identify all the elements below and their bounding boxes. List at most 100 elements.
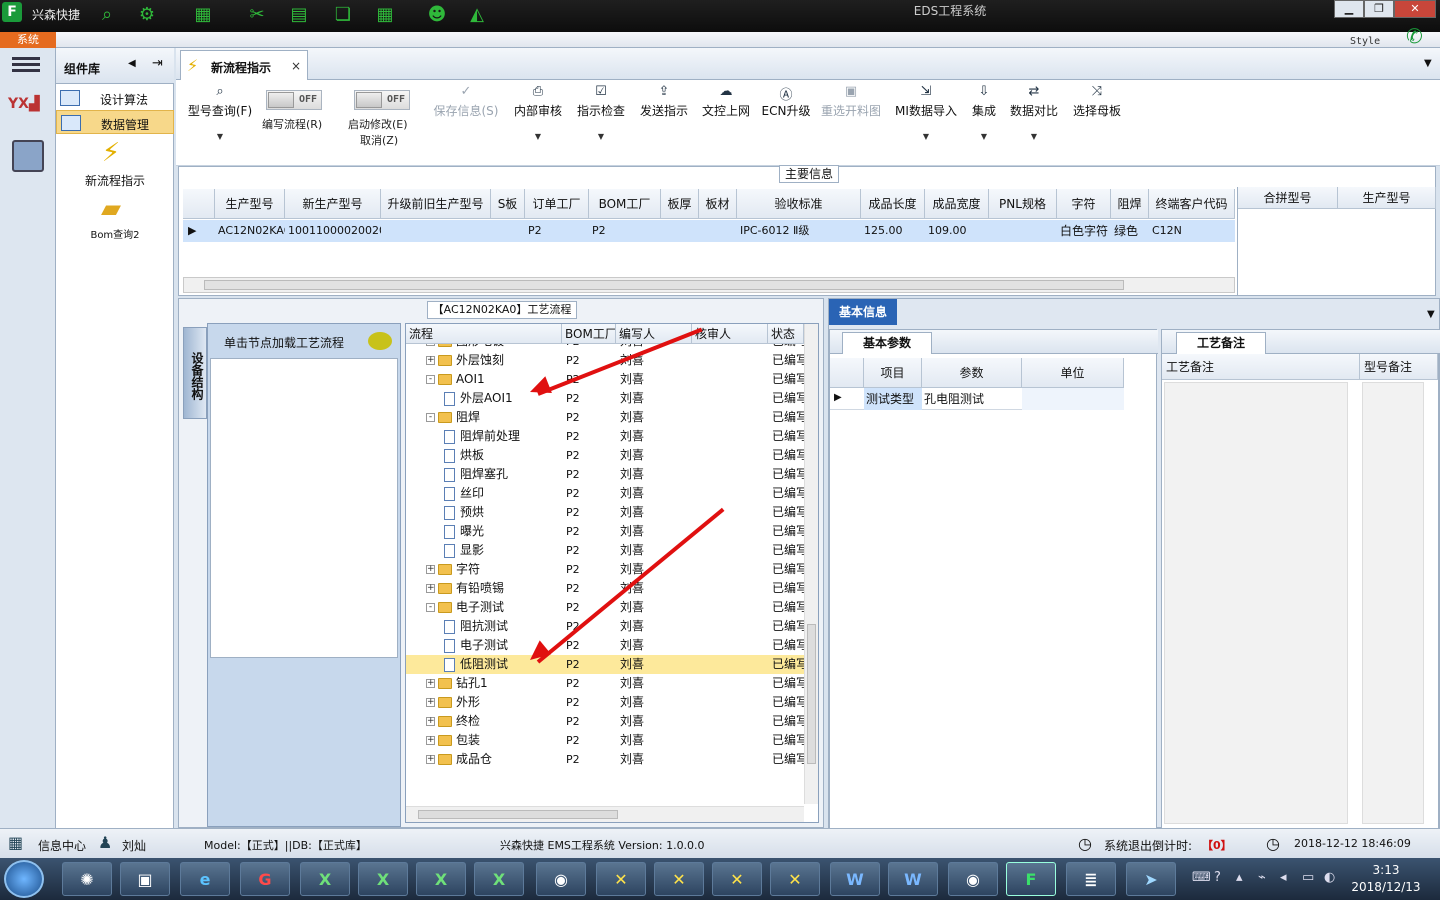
eye-app-icon[interactable]: ◉ — [536, 862, 586, 896]
col-header[interactable]: 字符 — [1057, 189, 1111, 219]
ie-browser-icon[interactable]: e — [180, 862, 230, 896]
tree-node-step[interactable]: 曝光 P2 刘喜 已编写 — [406, 522, 804, 541]
calculator-icon[interactable] — [12, 140, 44, 172]
table-cell[interactable]: P2 — [525, 220, 589, 242]
tree-node-step[interactable]: 丝印 P2 刘喜 已编写 — [406, 484, 804, 503]
close-button[interactable]: ✕ — [1394, 0, 1436, 18]
col-header[interactable]: 项目 — [864, 358, 922, 388]
tree-node-step[interactable]: 外层AOI1 P2 刘喜 已编写 — [406, 389, 804, 408]
lib-item-design-algorithm[interactable]: 设计算法 — [56, 86, 174, 110]
tray-expand-icon[interactable]: ▴ — [1236, 870, 1243, 885]
tree-node-folder[interactable]: +图形电镀P2刘喜已编写 — [406, 344, 804, 351]
col-header[interactable]: 合拼型号 — [1238, 187, 1338, 209]
collapse-icon[interactable]: - — [426, 413, 435, 422]
integrate-button[interactable]: ⇩ 集成 ▼ — [966, 80, 1002, 160]
system-clock[interactable]: 3:13 2018/12/13 — [1346, 862, 1426, 896]
upload-doc-button[interactable]: ☁ 文控上网 — [698, 80, 754, 160]
info-center-link[interactable]: 信息中心 — [38, 837, 86, 854]
notepad-icon[interactable]: ≣ — [1066, 862, 1116, 896]
tree-node-folder[interactable]: -AOI1P2刘喜已编写 — [406, 370, 804, 389]
word-icon[interactable]: W — [830, 862, 880, 896]
tab-basic-params[interactable]: 基本参数 — [842, 332, 932, 354]
eds-app-icon[interactable]: F — [1006, 862, 1056, 896]
excel-icon[interactable]: X — [416, 862, 466, 896]
col-header[interactable]: S板 — [491, 189, 525, 219]
model-remarks-textarea[interactable] — [1362, 382, 1424, 824]
process-tree[interactable]: 流程 BOM工厂 编写人 核审人 状态 +图形电镀P2刘喜已编写+外层蚀刻P2刘… — [405, 323, 819, 823]
tree-node-step[interactable]: 阻焊前处理 P2 刘喜 已编写 — [406, 427, 804, 446]
x-window-icon[interactable]: ✕ — [712, 862, 762, 896]
send-instruction-button[interactable]: ⇪ 发送指示 — [634, 80, 694, 160]
col-header[interactable]: 成品宽度 — [925, 189, 989, 219]
col-header[interactable]: BOM工厂 — [589, 189, 661, 219]
system-tab[interactable]: 系统 — [0, 32, 56, 48]
chart-icon[interactable]: ◭ — [464, 2, 490, 26]
tree-node-step[interactable]: 阻焊塞孔 P2 刘喜 已编写 — [406, 465, 804, 484]
expand-icon[interactable]: + — [426, 698, 435, 707]
pin-icon[interactable]: ⇥ — [152, 56, 163, 71]
model-query-button[interactable]: ⌕ 型号查询(F) ▼ — [182, 80, 258, 160]
expand-icon[interactable]: + — [426, 356, 435, 365]
table-cell[interactable] — [381, 220, 491, 242]
tree-node-folder[interactable]: + 钻孔1 P2 刘喜 已编写 — [406, 674, 804, 693]
process-remarks-textarea[interactable] — [1164, 382, 1348, 824]
table-row[interactable]: ▶ 测试类型 孔电阻测试 — [830, 388, 1124, 410]
film-icon[interactable]: ▤ — [286, 2, 312, 26]
tab-process-remarks[interactable]: 工艺备注 — [1176, 332, 1266, 354]
col-header[interactable]: 终端客户代码 — [1149, 189, 1235, 219]
chevron-down-icon[interactable]: ▼ — [1427, 309, 1435, 320]
table-cell[interactable]: IPC-6012 Ⅱ级 — [737, 220, 861, 242]
col-header[interactable]: 阻焊 — [1111, 189, 1149, 219]
collapse-icon[interactable]: - — [426, 375, 435, 384]
table-cell[interactable] — [699, 220, 737, 242]
shell-app-icon[interactable]: ✺ — [62, 862, 112, 896]
g-app-icon[interactable]: G — [240, 862, 290, 896]
word-icon[interactable]: W — [888, 862, 938, 896]
new-flow-instruction-item[interactable]: 新流程指示 — [56, 172, 174, 189]
tree-node-folder[interactable]: + 成品仓 P2 刘喜 已编写 — [406, 750, 804, 769]
start-modify-toggle[interactable]: OFF — [354, 90, 410, 110]
phone-icon[interactable]: ✆ — [1406, 24, 1423, 48]
table-cell[interactable]: P2 — [589, 220, 661, 242]
select-motherboard-button[interactable]: ⤨ 选择母板 — [1068, 80, 1126, 160]
tree-node-step[interactable]: 烘板 P2 刘喜 已编写 — [406, 446, 804, 465]
col-header[interactable]: 编写人 — [616, 324, 692, 344]
col-header[interactable]: 新生产型号 — [285, 189, 381, 219]
load-flow-list[interactable] — [210, 358, 398, 658]
start-button[interactable] — [4, 860, 44, 898]
col-header[interactable]: 型号备注 — [1360, 354, 1438, 380]
expand-icon[interactable]: + — [426, 344, 435, 346]
save-info-button[interactable]: ✓ 保存信息(S) — [428, 80, 504, 160]
network-icon[interactable]: ⌁ — [1258, 870, 1266, 885]
settings-icon[interactable]: ⚙ — [134, 2, 160, 26]
tree-node-folder[interactable]: - 阻焊 P2 刘喜 已编写 — [406, 408, 804, 427]
bom-query-item[interactable]: Bom查询2 — [56, 226, 174, 241]
tree-node-step[interactable]: 电子测试 P2 刘喜 已编写 — [406, 636, 804, 655]
style-menu[interactable]: Style — [1350, 36, 1380, 47]
table-cell[interactable] — [661, 220, 699, 242]
col-header[interactable]: 状态 — [768, 324, 804, 344]
chevron-down-icon[interactable]: ▼ — [1424, 58, 1432, 69]
x-window-icon[interactable]: ✕ — [654, 862, 704, 896]
col-header[interactable]: PNL规格 — [989, 189, 1057, 219]
col-header[interactable]: 参数 — [922, 358, 1022, 388]
mi-import-button[interactable]: ⇲ MI数据导入 ▼ — [888, 80, 964, 160]
horizontal-scrollbar[interactable] — [183, 277, 1235, 293]
user-icon[interactable]: ☻ — [424, 2, 450, 26]
search-icon[interactable]: ⌕ — [94, 2, 120, 26]
table-cell[interactable]: 孔电阻测试 — [922, 388, 1022, 410]
menu-icon[interactable] — [12, 54, 40, 74]
tab-basic-info[interactable]: 基本信息 — [829, 299, 897, 325]
collapse-icon[interactable]: - — [426, 603, 435, 612]
expand-icon[interactable]: + — [426, 565, 435, 574]
col-header[interactable]: 核审人 — [692, 324, 768, 344]
tab-close-icon[interactable]: × — [291, 59, 301, 73]
col-header[interactable]: 订单工厂 — [525, 189, 589, 219]
grid-icon[interactable]: ▦ — [190, 2, 216, 26]
help-icon[interactable]: ? — [1214, 870, 1221, 885]
col-header[interactable]: 成品长度 — [861, 189, 925, 219]
col-header[interactable]: 板厚 — [661, 189, 699, 219]
expand-icon[interactable]: + — [426, 679, 435, 688]
table-cell[interactable]: 测试类型 — [864, 388, 922, 410]
horizontal-scrollbar[interactable] — [406, 806, 804, 822]
